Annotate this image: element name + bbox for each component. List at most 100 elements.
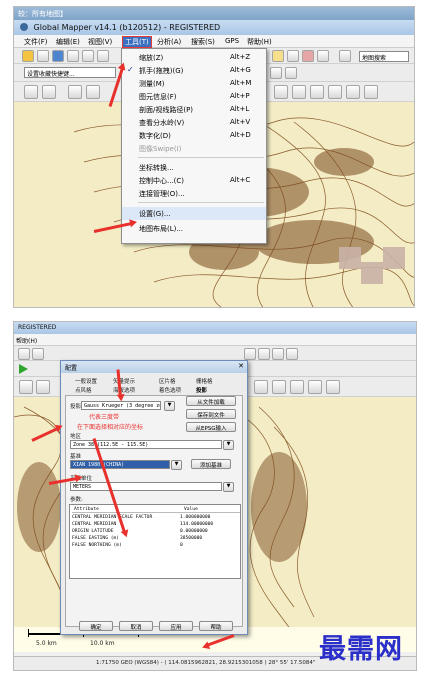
menu-tools[interactable]: 工具(T) (122, 36, 152, 48)
main-toolbar (14, 346, 416, 361)
join-icon[interactable] (346, 85, 360, 99)
init-from-epsg-button[interactable]: 从EPSG输入 (186, 422, 236, 432)
save-icon[interactable] (37, 50, 49, 62)
table-cell: 0.00000000 (180, 529, 208, 534)
menu-item-connection-manager[interactable]: 连接管理(O)... (122, 187, 266, 200)
tower-icon[interactable] (287, 50, 299, 62)
move-icon[interactable] (292, 85, 306, 99)
menu-item-coordinate-convert[interactable]: 坐标转换... (122, 161, 266, 174)
tab-line-style[interactable]: 栅格格 (196, 377, 213, 385)
toolbar-icon[interactable] (18, 348, 30, 360)
scale-icon[interactable] (290, 380, 304, 394)
split-icon[interactable] (308, 380, 322, 394)
menu-item-digitize[interactable]: 数字化(D) Alt+D (122, 129, 266, 142)
tab-point-style[interactable]: 点风格 (75, 386, 92, 394)
dialog-title-bar: 配置 ✕ (61, 361, 247, 373)
scale-icon[interactable] (310, 85, 324, 99)
menu-item-label: 数字化(D) (139, 132, 171, 140)
table-row[interactable]: FALSE EASTING (m) 38500000 (72, 536, 240, 542)
globe-icon[interactable] (52, 50, 64, 62)
tab-area-style[interactable]: 区片格 (159, 377, 176, 385)
image-icon[interactable] (272, 50, 284, 62)
menu-separator (138, 157, 264, 158)
rotate-icon[interactable] (274, 85, 288, 99)
cancel-button[interactable]: 取消 (119, 621, 153, 631)
status-text: 1:71750 GEO (WGS84) - ( 114.0815962821, … (96, 660, 316, 666)
menu-search[interactable]: 搜索(S) (191, 37, 215, 47)
datum-label: 基准 (70, 454, 82, 460)
line-icon[interactable] (68, 85, 82, 99)
move-icon[interactable] (272, 380, 286, 394)
toolbar-icon[interactable] (32, 348, 44, 360)
menu-gps[interactable]: GPS (225, 37, 239, 45)
table-row[interactable]: FALSE NORTHING (m) 0 (72, 543, 240, 549)
shape-icon[interactable] (302, 50, 314, 62)
menu-item-label: 连接管理(O)... (139, 190, 185, 198)
projection-select[interactable]: Gauss Krueger (3 degree zones) (81, 401, 161, 410)
projection-dropdown-arrow[interactable]: ▼ (164, 401, 175, 411)
tab-elevation-options[interactable]: 海拔选项 (113, 386, 135, 394)
close-icon[interactable]: ✕ (238, 362, 244, 370)
tab-shader-options[interactable]: 着色选项 (159, 386, 181, 394)
menu-item-control-center[interactable]: 控制中心...(C) Alt+C (122, 174, 266, 187)
clip-icon[interactable] (364, 85, 378, 99)
units-dropdown-arrow[interactable]: ▼ (223, 482, 234, 492)
menu-item-configure[interactable]: 设置(G)... (122, 207, 266, 220)
map-search-box[interactable]: 地图搜索 (359, 51, 409, 62)
table-row[interactable]: CENTRAL MERIDIAN SCALE FACTOR 1.000000000 (72, 515, 240, 521)
menu-help[interactable]: 帮助(H) (16, 336, 37, 345)
grid-icon[interactable] (67, 50, 79, 62)
draw-icon[interactable] (24, 85, 38, 99)
menu-edit[interactable]: 编辑(E) (56, 37, 80, 47)
table-row[interactable]: CENTRAL MERIDIAN 114.00000000 (72, 522, 240, 528)
pencil-icon[interactable] (317, 50, 329, 62)
toolbar-icon[interactable] (272, 348, 284, 360)
menu-file[interactable]: 文件(F) (24, 37, 48, 47)
export-icon[interactable] (97, 50, 109, 62)
datum-select[interactable]: XIAN 1980 (CHINA) (70, 460, 170, 469)
datum-dropdown-arrow[interactable]: ▼ (171, 460, 182, 470)
table-row[interactable]: ORIGIN LATITUDE 0.00000000 (72, 529, 240, 535)
menu-item-shortcut: Alt+C (230, 176, 251, 184)
load-from-file-button[interactable]: 从文件加载 (186, 396, 236, 406)
toolbar-icon[interactable] (244, 348, 256, 360)
draw-icon[interactable] (19, 380, 33, 394)
tab-general[interactable]: 一般设置 (75, 377, 97, 385)
annotation-three-degree-zone: 代表三度带 (89, 414, 120, 421)
add-datum-button[interactable]: 添加基准 (191, 459, 231, 469)
edit-icon[interactable] (36, 380, 50, 394)
apply-button[interactable]: 应用 (159, 621, 193, 631)
menu-item-feature-info[interactable]: 图元信息(F) Alt+P (122, 90, 266, 103)
tool-icon-a[interactable] (270, 67, 282, 79)
edit-vertex-icon[interactable] (42, 85, 56, 99)
menu-analysis[interactable]: 分析(A) (157, 37, 181, 47)
help-button[interactable]: 帮助 (199, 621, 233, 631)
tool-icon-b[interactable] (285, 67, 297, 79)
toolbar-icon[interactable] (286, 348, 298, 360)
open-icon[interactable] (22, 50, 34, 62)
ok-button[interactable]: 确定 (79, 621, 113, 631)
tab-projection[interactable]: 投影 (196, 386, 207, 394)
shortcut-combo[interactable]: 设置收藏快捷键... (24, 67, 116, 78)
menu-item-path-profile[interactable]: 剖面/视线路径(P) Alt+L (122, 103, 266, 116)
menu-item-pan[interactable]: ✓ 抓手(拖拽)(G) Alt+G (122, 64, 266, 77)
menu-item-map-layout[interactable]: 地图布局(L)... (122, 222, 266, 235)
menu-item-watershed[interactable]: 查看分水岭(V) Alt+V (122, 116, 266, 129)
split-icon[interactable] (328, 85, 342, 99)
layers-icon[interactable] (82, 50, 94, 62)
menu-item-measure[interactable]: 测量(M) Alt+M (122, 77, 266, 90)
menu-help[interactable]: 帮助(H) (247, 37, 272, 47)
zone-dropdown-arrow[interactable]: ▼ (223, 440, 234, 450)
planar-units-select[interactable]: METERS (70, 482, 222, 491)
toolbar-icon[interactable] (258, 348, 270, 360)
area-icon[interactable] (86, 85, 100, 99)
play-icon[interactable] (19, 364, 28, 374)
binoculars-icon[interactable] (339, 50, 351, 62)
menu-view[interactable]: 视图(V) (88, 37, 112, 47)
menu-bar: 帮助(H) (14, 334, 416, 346)
save-to-file-button[interactable]: 保存到文件 (186, 409, 236, 419)
menu-item-shortcut: Alt+D (230, 131, 251, 139)
rotate-icon[interactable] (254, 380, 268, 394)
join-icon[interactable] (326, 380, 340, 394)
menu-item-zoom[interactable]: 缩放(Z) Alt+Z (122, 51, 266, 64)
